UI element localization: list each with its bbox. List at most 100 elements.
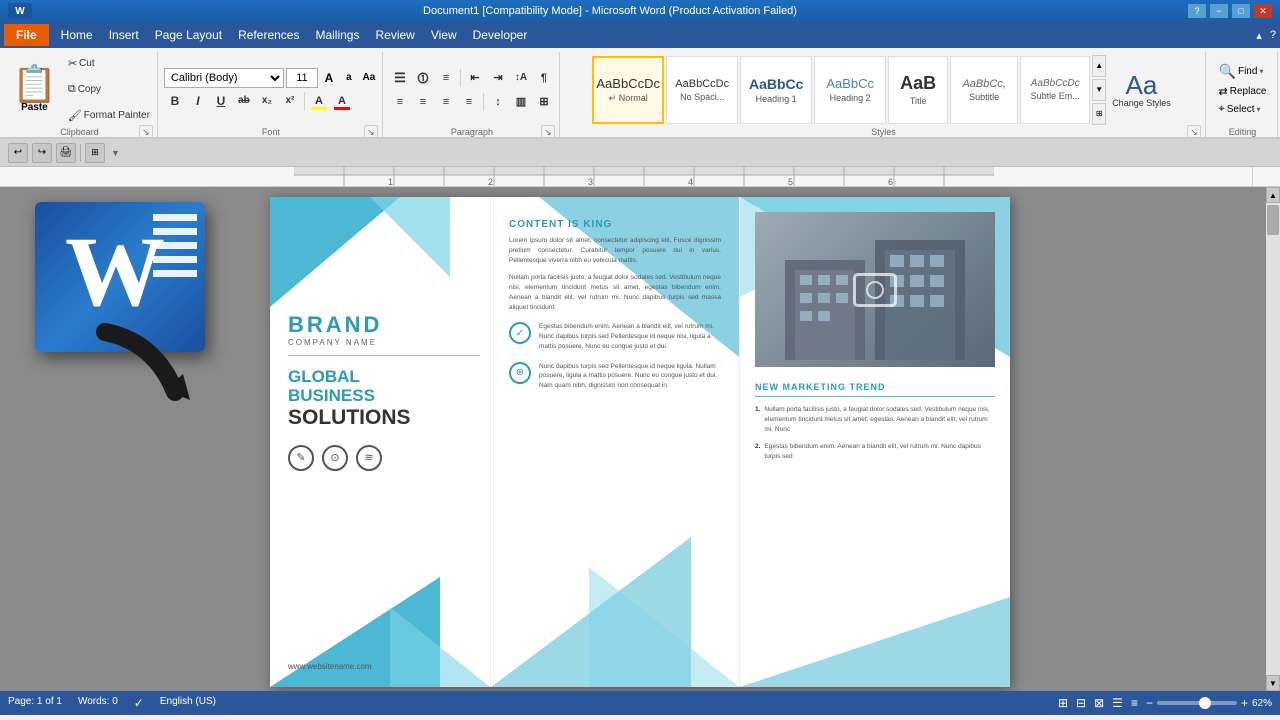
- scroll-thumb[interactable]: [1267, 205, 1279, 235]
- menu-view[interactable]: View: [423, 24, 465, 46]
- paste-button[interactable]: 📋 Paste: [6, 52, 63, 127]
- style-subtle-em[interactable]: AaBbCcDc Subtle Em...: [1020, 56, 1090, 124]
- superscript-btn[interactable]: x²: [279, 90, 301, 112]
- minimize-btn[interactable]: −: [1210, 4, 1228, 18]
- redo-btn[interactable]: ↪: [32, 143, 52, 163]
- quick-access-toolbar: ↩ ↪ 🖨 ⊞ ▼: [0, 139, 1280, 167]
- clipboard-expand-btn[interactable]: ↘: [139, 125, 153, 139]
- style-heading1[interactable]: AaBbCc Heading 1: [740, 56, 812, 124]
- menu-insert[interactable]: Insert: [101, 24, 147, 46]
- font-shrink-btn[interactable]: a: [340, 69, 358, 87]
- highlight-btn[interactable]: A: [308, 90, 330, 112]
- menu-mailings[interactable]: Mailings: [307, 24, 367, 46]
- font-size-input[interactable]: [286, 68, 318, 88]
- style-subtitle[interactable]: AaBbCc, Subtitle: [950, 56, 1018, 124]
- menu-home[interactable]: Home: [53, 24, 101, 46]
- cut-button[interactable]: ✂ Cut: [65, 56, 153, 71]
- sort-btn[interactable]: ↕A: [510, 67, 532, 89]
- font-color-btn[interactable]: A: [331, 90, 353, 112]
- customize-toolbar-arrow[interactable]: ▼: [111, 148, 120, 158]
- style-title[interactable]: AaB Title: [888, 56, 948, 124]
- change-styles-btn[interactable]: Aa Change Styles: [1108, 70, 1175, 110]
- zoom-in-btn[interactable]: +: [1241, 696, 1248, 710]
- line-spacing-btn[interactable]: ↕: [487, 91, 509, 113]
- style-heading2-preview: AaBbCc: [826, 76, 874, 91]
- collapse-ribbon-btn[interactable]: ▴: [1256, 29, 1262, 42]
- styles-group: AaBbCcDc ↵ Normal AaBbCcDc No Spaci... A…: [562, 52, 1206, 137]
- arrow-icon: [95, 322, 215, 407]
- icon-text-row1: ✓ Egestas bibendum enim. Aenean a blandi…: [509, 322, 721, 351]
- style-heading2[interactable]: AaBbCc Heading 2: [814, 56, 886, 124]
- scroll-down-btn[interactable]: ▼: [1266, 675, 1280, 691]
- view-full-screen-btn[interactable]: ⊟: [1076, 696, 1086, 710]
- replace-btn[interactable]: ⇄ Replace: [1216, 84, 1270, 99]
- format-painter-button[interactable]: 🖌 Format Painter: [65, 108, 153, 123]
- page-info: Page: 1 of 1: [8, 696, 62, 710]
- menu-references[interactable]: References: [230, 24, 307, 46]
- bullets-btn[interactable]: ☰: [389, 67, 411, 89]
- language: English (US): [160, 696, 216, 710]
- view-web-layout-btn[interactable]: ⊠: [1094, 696, 1104, 710]
- check-icon: ✓: [134, 696, 144, 710]
- content-title: CONTENT IS KING: [509, 219, 721, 230]
- menu-developer[interactable]: Developer: [465, 24, 536, 46]
- menu-review[interactable]: Review: [367, 24, 422, 46]
- numbering-btn[interactable]: ⓵: [412, 67, 434, 89]
- copy-button[interactable]: ⧉ Copy: [65, 82, 153, 97]
- align-right-btn[interactable]: ≡: [435, 91, 457, 113]
- item2-text: Egestas bibendum enim. Aenean a blandit …: [764, 442, 995, 462]
- right-shape-bottom: [740, 597, 1010, 687]
- view-draft-btn[interactable]: ≡: [1131, 696, 1138, 710]
- scroll-up-btn[interactable]: ▲: [1266, 187, 1280, 203]
- font-family-select[interactable]: Calibri (Body): [164, 68, 284, 88]
- decrease-indent-btn[interactable]: ⇤: [464, 67, 486, 89]
- align-left-btn[interactable]: ≡: [389, 91, 411, 113]
- style-no-spacing[interactable]: AaBbCcDc No Spaci...: [666, 56, 738, 124]
- file-menu-btn[interactable]: File: [4, 24, 49, 46]
- word-w-letter: W: [65, 222, 165, 322]
- shading-btn[interactable]: ▥: [510, 91, 532, 113]
- strikethrough-btn[interactable]: ab: [233, 90, 255, 112]
- scrollbar[interactable]: ▲ ▼: [1266, 187, 1280, 691]
- styles-scroll-up-btn[interactable]: ▲: [1092, 55, 1106, 77]
- multilevel-list-btn[interactable]: ≡: [435, 67, 457, 89]
- svg-text:3: 3: [588, 177, 593, 187]
- view-print-layout-btn[interactable]: ⊞: [1058, 696, 1068, 710]
- styles-expand-dialog-btn[interactable]: ↘: [1187, 125, 1201, 139]
- style-normal[interactable]: AaBbCcDc ↵ Normal: [592, 56, 664, 124]
- close-btn[interactable]: ✕: [1254, 4, 1272, 18]
- style-normal-label: ↵ Normal: [609, 93, 648, 104]
- show-formatting-btn[interactable]: ¶: [533, 67, 555, 89]
- zoom-out-btn[interactable]: −: [1146, 696, 1153, 710]
- zoom-controls: − + 62%: [1146, 696, 1272, 710]
- help-btn[interactable]: ?: [1188, 4, 1206, 18]
- styles-scroll-down-btn[interactable]: ▼: [1092, 79, 1106, 101]
- zoom-slider[interactable]: [1157, 701, 1237, 705]
- select-btn[interactable]: ⌖ Select ▾: [1216, 102, 1270, 117]
- help-ribbon-btn[interactable]: ?: [1270, 29, 1276, 41]
- clear-format-btn[interactable]: Aa: [360, 69, 378, 87]
- italic-btn[interactable]: I: [187, 90, 209, 112]
- view-outline-btn[interactable]: ☰: [1112, 696, 1123, 710]
- underline-btn[interactable]: U: [210, 90, 232, 112]
- increase-indent-btn[interactable]: ⇥: [487, 67, 509, 89]
- font-grow-btn[interactable]: A: [320, 69, 338, 87]
- align-center-btn[interactable]: ≡: [412, 91, 434, 113]
- building-image: [755, 212, 995, 367]
- font-expand-btn[interactable]: ↘: [364, 125, 378, 139]
- style-subtle-em-label: Subtle Em...: [1031, 91, 1080, 101]
- borders-btn[interactable]: ⊞: [533, 91, 555, 113]
- view-mode-btn[interactable]: ⊞: [85, 143, 105, 163]
- maximize-btn[interactable]: □: [1232, 4, 1250, 18]
- justify-btn[interactable]: ≡: [458, 91, 480, 113]
- subscript-btn[interactable]: x₂: [256, 90, 278, 112]
- find-btn[interactable]: 🔍 Find ▾: [1216, 62, 1270, 81]
- bold-btn[interactable]: B: [164, 90, 186, 112]
- menu-page-layout[interactable]: Page Layout: [147, 24, 230, 46]
- styles-expand-btn[interactable]: ⊞: [1092, 103, 1106, 125]
- window-controls: ? − □ ✕: [1188, 4, 1272, 18]
- paragraph-expand-btn[interactable]: ↘: [541, 125, 555, 139]
- content-para1: Lorem ipsum dolor sit amet, consectetur …: [509, 236, 721, 265]
- undo-btn[interactable]: ↩: [8, 143, 28, 163]
- print-btn[interactable]: 🖨: [56, 143, 76, 163]
